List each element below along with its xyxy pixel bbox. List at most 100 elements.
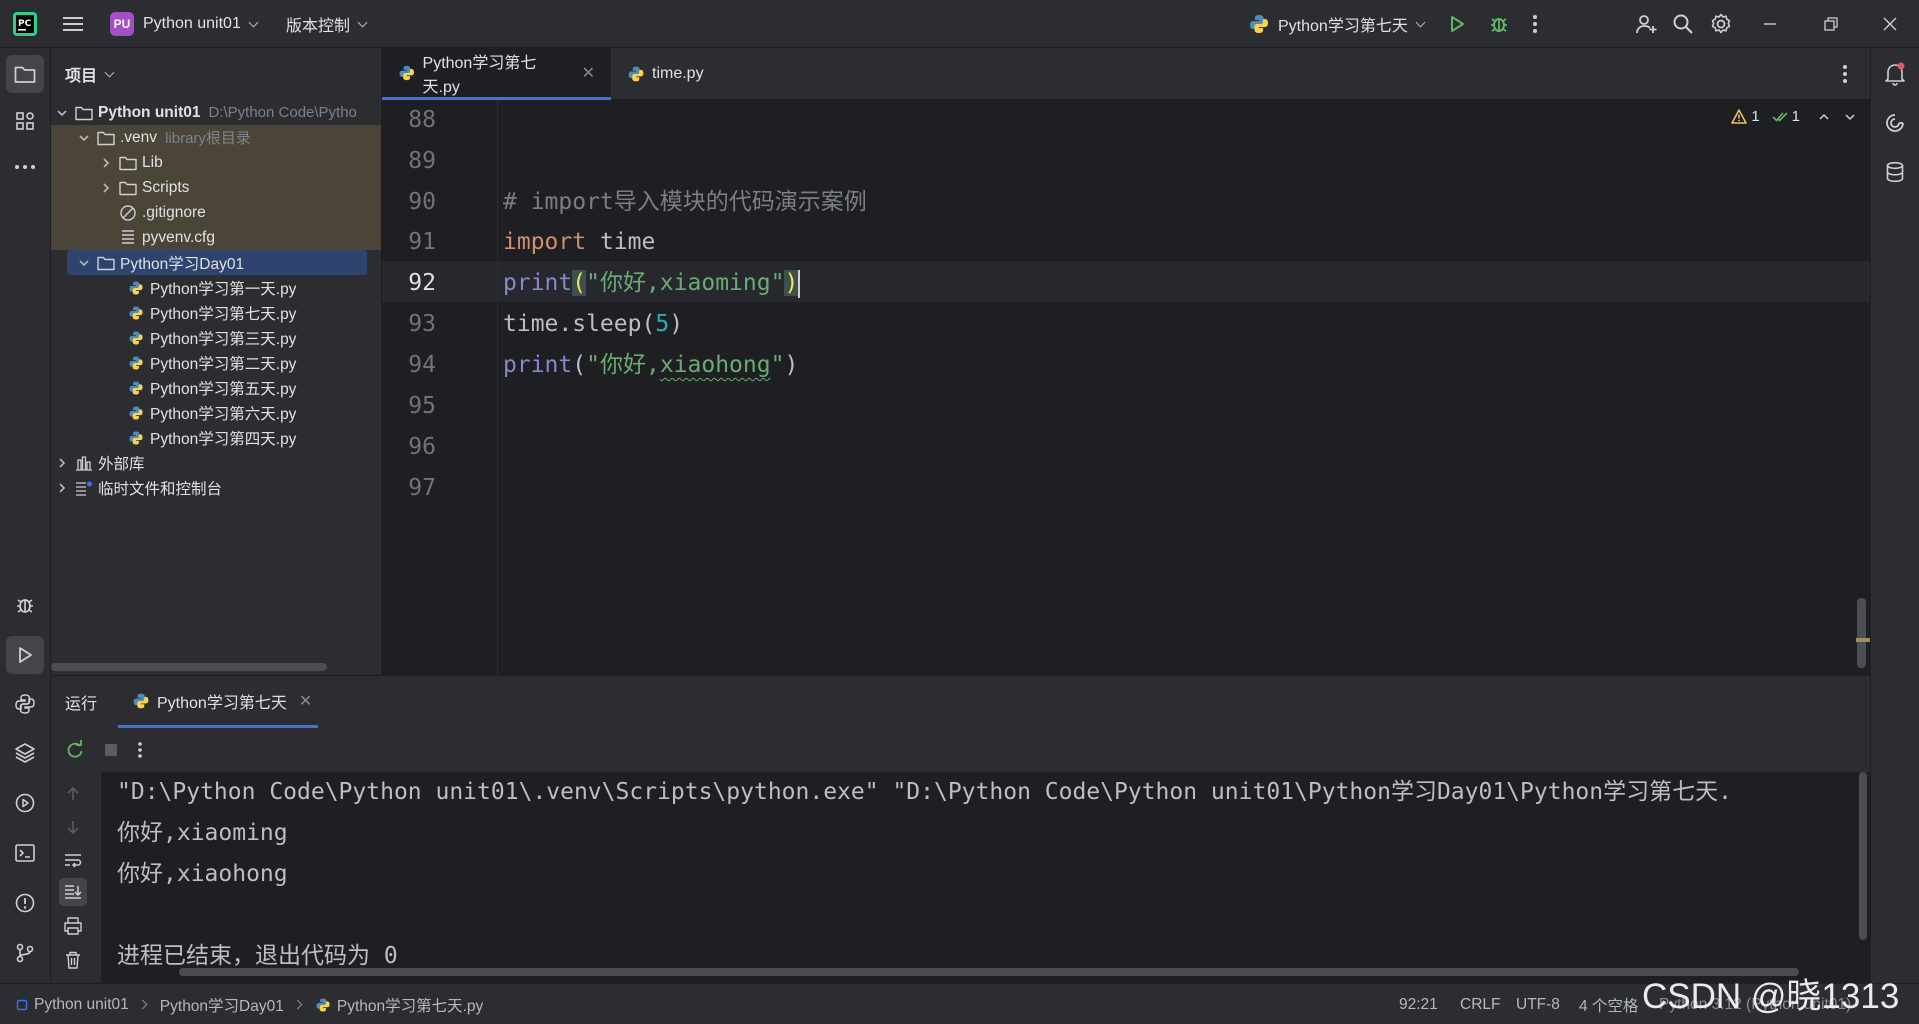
code-line-92[interactable]: print("你好,xiaoming"): [503, 263, 801, 304]
main-menu-button[interactable]: [62, 0, 84, 48]
more-tools-button[interactable]: [6, 148, 44, 186]
tree-item-py-file[interactable]: Python学习第二天.py: [51, 350, 381, 375]
code-bracket-match: (: [572, 270, 587, 296]
project-panel-title: 项目: [65, 68, 98, 85]
code-line-93[interactable]: time.sleep(5): [503, 304, 683, 345]
ai-assistant-button[interactable]: [1876, 104, 1914, 142]
code-line-90[interactable]: # import导入模块的代码演示案例: [503, 182, 867, 223]
status-bar: Python unit01 Python学习Day01 Python学习第七天.…: [0, 983, 1919, 1024]
tree-item-venv[interactable]: .venv library根目录: [51, 125, 381, 150]
run-header: 运行 Python学习第七天 ✕: [51, 676, 1870, 728]
breadcrumb-folder[interactable]: Python学习Day01: [160, 994, 284, 1016]
chevron-up-icon[interactable]: [1818, 111, 1830, 123]
vcs-label: 版本控制: [286, 18, 351, 35]
project-badge: PU: [110, 12, 134, 36]
clear-console-button[interactable]: [59, 946, 87, 974]
watermark-text: CSDN @晓1313: [1642, 977, 1900, 1016]
file-encoding[interactable]: UTF-8: [1516, 984, 1560, 1024]
code-line-91[interactable]: import time: [503, 222, 655, 263]
tree-item-scratches[interactable]: 临时文件和控制台: [51, 475, 381, 500]
debug-tool-button[interactable]: [6, 586, 44, 624]
debug-bug-icon: [1491, 18, 1507, 32]
scroll-down-button[interactable]: [59, 813, 87, 841]
more-horizontal-icon: [15, 165, 35, 169]
run-tool-button[interactable]: [6, 636, 44, 674]
run-config-selector[interactable]: Python学习第七天: [1248, 0, 1426, 48]
line-separator[interactable]: CRLF: [1460, 984, 1500, 1024]
terminal-tool-button[interactable]: [6, 834, 44, 872]
project-panel-header[interactable]: 项目: [51, 48, 381, 100]
more-vertical-icon[interactable]: [137, 741, 143, 759]
print-button[interactable]: [59, 912, 87, 940]
ignore-file-icon: [119, 204, 137, 222]
project-switcher[interactable]: PU Python unit01: [110, 0, 259, 48]
stop-icon[interactable]: [103, 742, 119, 758]
tree-item-py-file[interactable]: Python学习第四天.py: [51, 425, 381, 450]
restore-icon: [1824, 17, 1838, 31]
tree-item-py-file[interactable]: Python学习第六天.py: [51, 400, 381, 425]
database-button[interactable]: [1876, 153, 1914, 191]
tree-item-py-file[interactable]: Python学习第七天.py: [51, 300, 381, 325]
close-icon[interactable]: ✕: [582, 63, 595, 83]
code-line-94[interactable]: print("你好,xiaohong"): [503, 345, 798, 386]
tree-item-pyvenv-cfg[interactable]: pyvenv.cfg: [51, 225, 381, 250]
layers-tool-button[interactable]: [6, 734, 44, 772]
services-tool-button[interactable]: [6, 784, 44, 822]
tree-item-label: Python学习第一天.py: [150, 280, 297, 298]
structure-tool-button[interactable]: [6, 102, 44, 140]
left-tool-strip: [0, 48, 51, 983]
rerun-icon[interactable]: [65, 740, 85, 760]
problems-tool-button[interactable]: [6, 884, 44, 922]
scroll-to-end-button[interactable]: [59, 878, 87, 906]
run-button[interactable]: [1447, 0, 1467, 48]
console-scrollbar[interactable]: [1859, 772, 1867, 940]
scroll-up-button[interactable]: [59, 780, 87, 808]
vcs-menu[interactable]: 版本控制: [286, 0, 368, 48]
restore-button[interactable]: [1824, 0, 1838, 48]
console-output[interactable]: "D:\Python Code\Python unit01\.venv\Scri…: [101, 772, 1870, 984]
tab-time-py[interactable]: time.py: [611, 48, 746, 100]
tree-item-label: Scripts: [142, 178, 190, 196]
tree-item-scripts[interactable]: Scripts: [51, 175, 381, 200]
breadcrumb-file[interactable]: Python学习第七天.py: [337, 994, 483, 1016]
close-icon[interactable]: ✕: [299, 691, 312, 711]
tab-python-day7[interactable]: Python学习第七天.py ✕: [382, 48, 611, 100]
debug-button[interactable]: [1488, 0, 1510, 48]
tree-item-lib[interactable]: Lib: [51, 150, 381, 175]
editor-scrollbar[interactable]: [1857, 598, 1866, 668]
soft-wrap-button[interactable]: [59, 846, 87, 874]
tree-item-gitignore[interactable]: .gitignore: [51, 200, 381, 225]
tree-item-py-file[interactable]: Python学习第一天.py: [51, 275, 381, 300]
search-everywhere-button[interactable]: [1672, 0, 1694, 48]
line-number: 88: [408, 107, 436, 133]
indent-setting[interactable]: 4 个空格: [1579, 984, 1638, 1024]
tree-item-project-root[interactable]: Python unit01 D:\Python Code\Pytho: [51, 100, 381, 125]
project-tool-button[interactable]: [6, 55, 44, 93]
soft-wrap-icon: [65, 854, 82, 868]
settings-button[interactable]: [1709, 0, 1733, 48]
tree-item-py-file[interactable]: Python学习第三天.py: [51, 325, 381, 350]
tree-item-day01-folder[interactable]: Python学习Day01: [67, 250, 367, 275]
pycharm-logo-icon[interactable]: PC: [12, 0, 38, 48]
caret-position[interactable]: 92:21: [1399, 984, 1438, 1024]
editor-tab-options-button[interactable]: [1842, 64, 1848, 88]
python-packages-tool-button[interactable]: [6, 685, 44, 723]
more-actions-button[interactable]: [1532, 0, 1538, 48]
code-with-me-button[interactable]: [1634, 0, 1658, 48]
close-window-button[interactable]: [1883, 0, 1897, 48]
trash-icon: [66, 951, 80, 969]
console-horizontal-scrollbar[interactable]: [179, 968, 1799, 976]
minimize-button[interactable]: [1763, 0, 1777, 48]
python-file-icon: [127, 404, 145, 422]
line-number: 90: [408, 189, 436, 215]
breadcrumb-project[interactable]: Python unit01: [34, 996, 129, 1014]
tree-item-py-file[interactable]: Python学习第五天.py: [51, 375, 381, 400]
inspection-widget[interactable]: 1 1: [1731, 108, 1856, 125]
run-tab-python-day7[interactable]: Python学习第七天 ✕: [118, 676, 318, 728]
project-panel-scrollbar[interactable]: [51, 663, 327, 671]
notifications-button[interactable]: [1876, 55, 1914, 93]
code-editor[interactable]: 88 89 90 91 92 93 94 95 96 97 # import导入…: [382, 100, 1870, 675]
git-tool-button[interactable]: [6, 934, 44, 972]
tree-item-external-libraries[interactable]: 外部库: [51, 450, 381, 475]
chevron-down-icon[interactable]: [1844, 111, 1856, 123]
